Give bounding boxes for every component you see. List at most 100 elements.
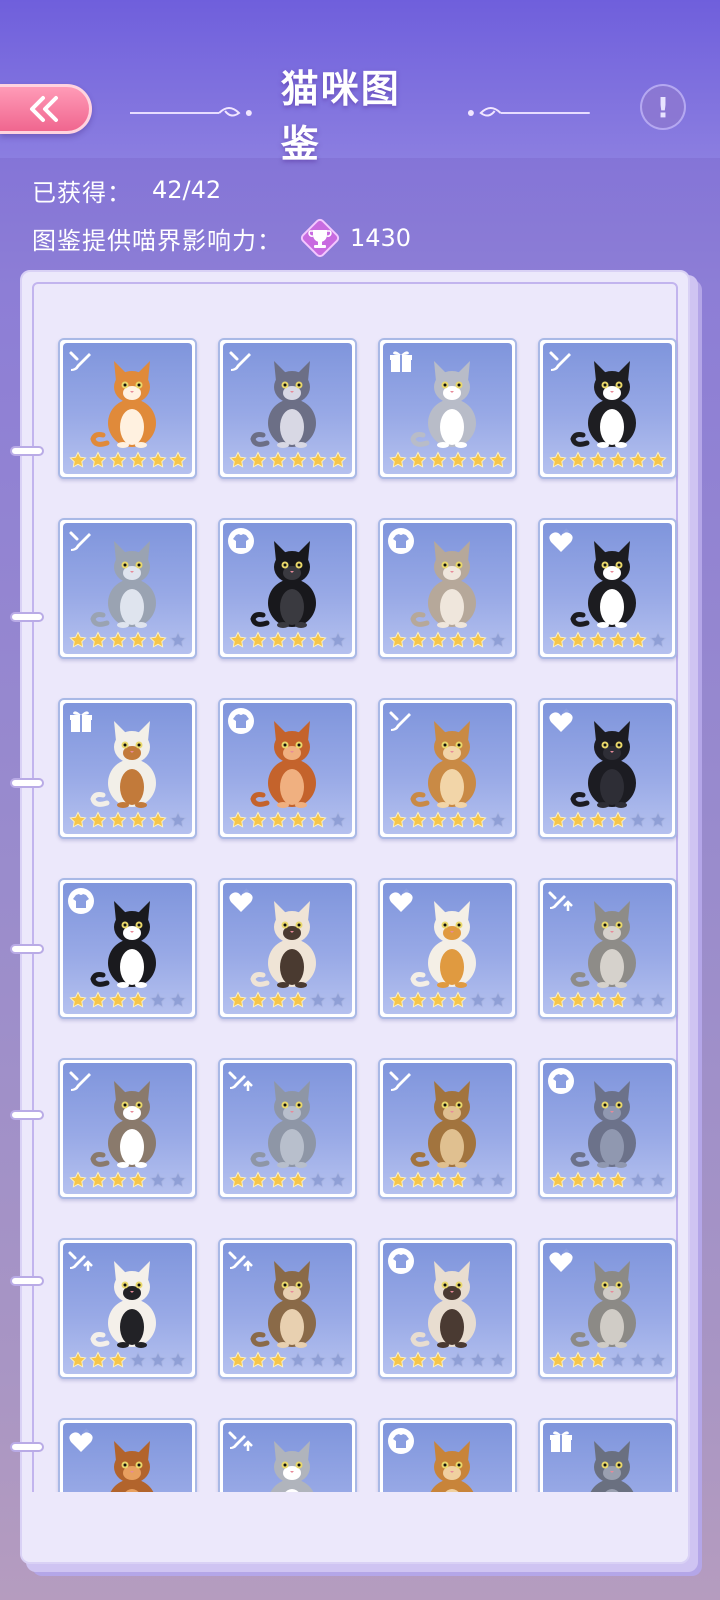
gift-icon bbox=[387, 347, 415, 375]
star-empty-icon bbox=[469, 991, 487, 1009]
star-filled-icon bbox=[109, 631, 127, 649]
star-filled-icon bbox=[589, 991, 607, 1009]
cat-card[interactable] bbox=[378, 1238, 517, 1379]
info-button[interactable]: ! bbox=[640, 84, 686, 130]
star-rating bbox=[549, 451, 667, 469]
binder-ring bbox=[10, 612, 44, 622]
title-bar: 猫咪图鉴 bbox=[130, 67, 590, 166]
cat-card[interactable] bbox=[378, 338, 517, 479]
star-empty-icon bbox=[309, 1171, 327, 1189]
cat-card[interactable] bbox=[538, 698, 677, 839]
cat-portrait bbox=[567, 891, 657, 991]
cat-card[interactable] bbox=[218, 518, 357, 659]
star-filled-icon bbox=[389, 991, 407, 1009]
binder-ring bbox=[10, 944, 44, 954]
brush-up-icon bbox=[227, 1247, 255, 1275]
star-filled-icon bbox=[549, 811, 567, 829]
cat-card[interactable] bbox=[218, 1058, 357, 1199]
star-filled-icon bbox=[229, 811, 247, 829]
star-filled-icon bbox=[289, 991, 307, 1009]
star-empty-icon bbox=[629, 1351, 647, 1369]
cat-card[interactable] bbox=[58, 518, 197, 659]
star-filled-icon bbox=[289, 631, 307, 649]
star-filled-icon bbox=[409, 811, 427, 829]
cat-portrait bbox=[247, 1071, 337, 1171]
cat-card[interactable] bbox=[378, 698, 517, 839]
star-rating bbox=[389, 811, 507, 829]
cat-portrait bbox=[87, 891, 177, 991]
star-filled-icon bbox=[229, 991, 247, 1009]
cat-portrait bbox=[87, 531, 177, 631]
cat-card[interactable] bbox=[378, 878, 517, 1019]
star-filled-icon bbox=[249, 991, 267, 1009]
star-empty-icon bbox=[129, 1351, 147, 1369]
cat-card-frame bbox=[543, 883, 672, 1014]
catalog-panel bbox=[10, 270, 702, 1576]
star-filled-icon bbox=[289, 811, 307, 829]
cat-card[interactable] bbox=[538, 338, 677, 479]
star-rating bbox=[229, 1351, 347, 1369]
star-filled-icon bbox=[569, 1351, 587, 1369]
star-filled-icon bbox=[269, 451, 287, 469]
star-filled-icon bbox=[109, 451, 127, 469]
star-filled-icon bbox=[249, 811, 267, 829]
cat-portrait bbox=[407, 891, 497, 991]
star-empty-icon bbox=[649, 631, 667, 649]
star-filled-icon bbox=[609, 1171, 627, 1189]
brush-up-icon bbox=[227, 1427, 255, 1455]
cat-card[interactable] bbox=[538, 518, 677, 659]
star-filled-icon bbox=[89, 451, 107, 469]
star-filled-icon bbox=[589, 811, 607, 829]
star-filled-icon bbox=[569, 1171, 587, 1189]
star-filled-icon bbox=[109, 1351, 127, 1369]
cat-card[interactable] bbox=[218, 698, 357, 839]
cat-card[interactable] bbox=[538, 878, 677, 1019]
brush-icon bbox=[67, 1067, 95, 1095]
star-filled-icon bbox=[569, 451, 587, 469]
gift-icon bbox=[67, 707, 95, 735]
star-filled-icon bbox=[229, 1351, 247, 1369]
back-button[interactable] bbox=[0, 84, 92, 134]
cat-card[interactable] bbox=[58, 338, 197, 479]
cat-card[interactable] bbox=[58, 1238, 197, 1379]
cat-card[interactable] bbox=[378, 1058, 517, 1199]
star-rating bbox=[389, 451, 507, 469]
star-empty-icon bbox=[329, 1171, 347, 1189]
cat-card[interactable] bbox=[538, 1238, 677, 1379]
cat-card[interactable] bbox=[58, 698, 197, 839]
cat-card[interactable] bbox=[218, 1238, 357, 1379]
star-empty-icon bbox=[169, 631, 187, 649]
star-empty-icon bbox=[329, 991, 347, 1009]
cat-portrait bbox=[567, 1251, 657, 1351]
cat-card[interactable] bbox=[218, 878, 357, 1019]
cat-portrait bbox=[567, 1071, 657, 1171]
star-empty-icon bbox=[489, 811, 507, 829]
star-filled-icon bbox=[609, 631, 627, 649]
cat-card-frame bbox=[63, 343, 192, 474]
cat-card[interactable] bbox=[58, 878, 197, 1019]
cat-card-frame bbox=[63, 703, 192, 834]
cat-card[interactable] bbox=[538, 1058, 677, 1199]
star-filled-icon bbox=[69, 811, 87, 829]
star-filled-icon bbox=[469, 631, 487, 649]
star-filled-icon bbox=[569, 811, 587, 829]
star-filled-icon bbox=[409, 1171, 427, 1189]
star-filled-icon bbox=[589, 451, 607, 469]
cat-card-frame bbox=[223, 523, 352, 654]
cat-portrait bbox=[87, 351, 177, 451]
star-filled-icon bbox=[69, 451, 87, 469]
cat-card[interactable] bbox=[378, 518, 517, 659]
influence-row: 图鉴提供喵界影响力： 1430 bbox=[32, 218, 411, 258]
catalog-page[interactable] bbox=[20, 270, 690, 1564]
binder-ring bbox=[10, 446, 44, 456]
star-rating bbox=[389, 1171, 507, 1189]
cat-card[interactable] bbox=[58, 1058, 197, 1199]
obtained-label: 已获得： bbox=[32, 178, 132, 207]
cat-card[interactable] bbox=[218, 338, 357, 479]
star-filled-icon bbox=[469, 451, 487, 469]
cat-card-frame bbox=[63, 1243, 192, 1374]
star-filled-icon bbox=[409, 451, 427, 469]
cat-portrait bbox=[567, 711, 657, 811]
star-filled-icon bbox=[129, 631, 147, 649]
star-filled-icon bbox=[69, 631, 87, 649]
